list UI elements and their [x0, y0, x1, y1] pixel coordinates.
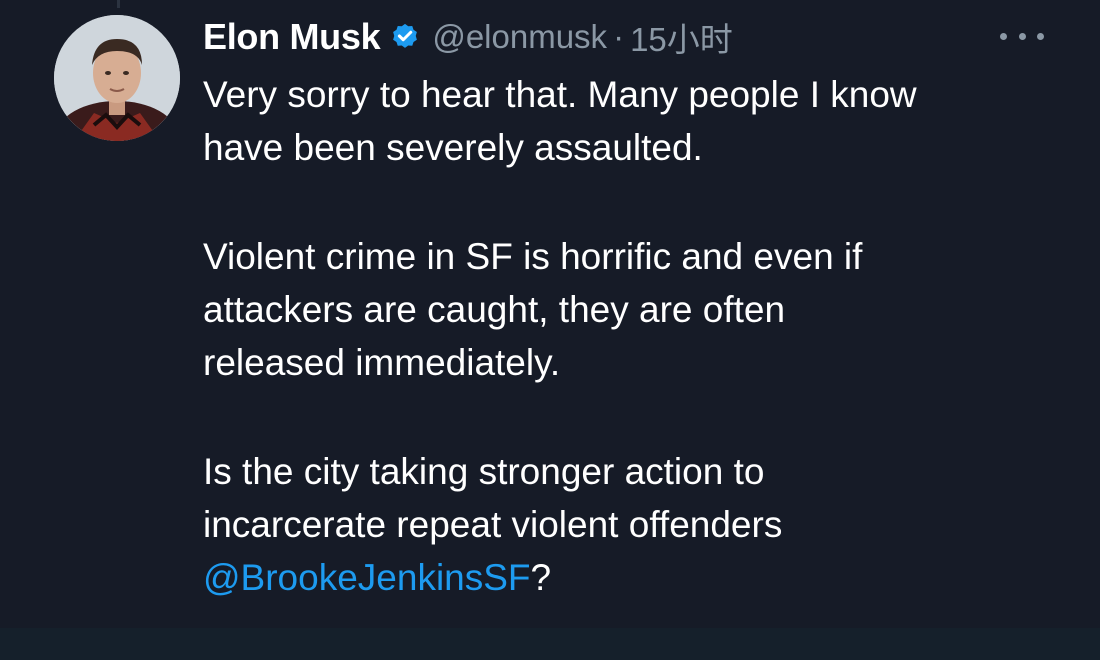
tweet-paragraph: Very sorry to hear that. Many people I k… [203, 68, 1083, 174]
avatar-image [54, 15, 180, 141]
avatar[interactable] [54, 15, 180, 141]
thread-line [117, 0, 120, 8]
tweet-paragraph: Violent crime in SF is horrific and even… [203, 230, 1083, 389]
author-name[interactable]: Elon Musk [203, 16, 381, 58]
tweet-line: @BrookeJenkinsSF? [203, 551, 1083, 604]
tweet-timestamp[interactable]: 15小时 [630, 13, 733, 61]
more-dot [1018, 32, 1026, 40]
tweet-line: released immediately. [203, 342, 561, 383]
tweet-line: incarcerate repeat violent offenders [203, 504, 783, 545]
separator-dot: · [613, 18, 625, 55]
mention-link[interactable]: @BrookeJenkinsSF [203, 557, 531, 598]
tweet-line: Violent crime in SF is horrific and even… [203, 236, 863, 277]
tweet-text: Very sorry to hear that. Many people I k… [203, 68, 1083, 660]
tweet-paragraph: Is the city taking stronger action to in… [203, 445, 1083, 604]
more-dot [1037, 32, 1044, 40]
more-options-icon[interactable] [1000, 26, 1044, 46]
tweet-line: attackers are caught, they are often [203, 289, 786, 330]
tweet-line: Is the city taking stronger action to [203, 451, 765, 492]
verified-badge-icon [393, 23, 418, 48]
mention-suffix: ? [530, 557, 552, 598]
tweet-line: have been severely assaulted. [203, 127, 703, 168]
tweet-header: Elon Musk @elonmusk · 15小时 [203, 14, 733, 60]
more-dot [1000, 32, 1007, 40]
author-handle[interactable]: @elonmusk [432, 18, 607, 56]
tweet-line: Very sorry to hear that. Many people I k… [203, 74, 917, 115]
